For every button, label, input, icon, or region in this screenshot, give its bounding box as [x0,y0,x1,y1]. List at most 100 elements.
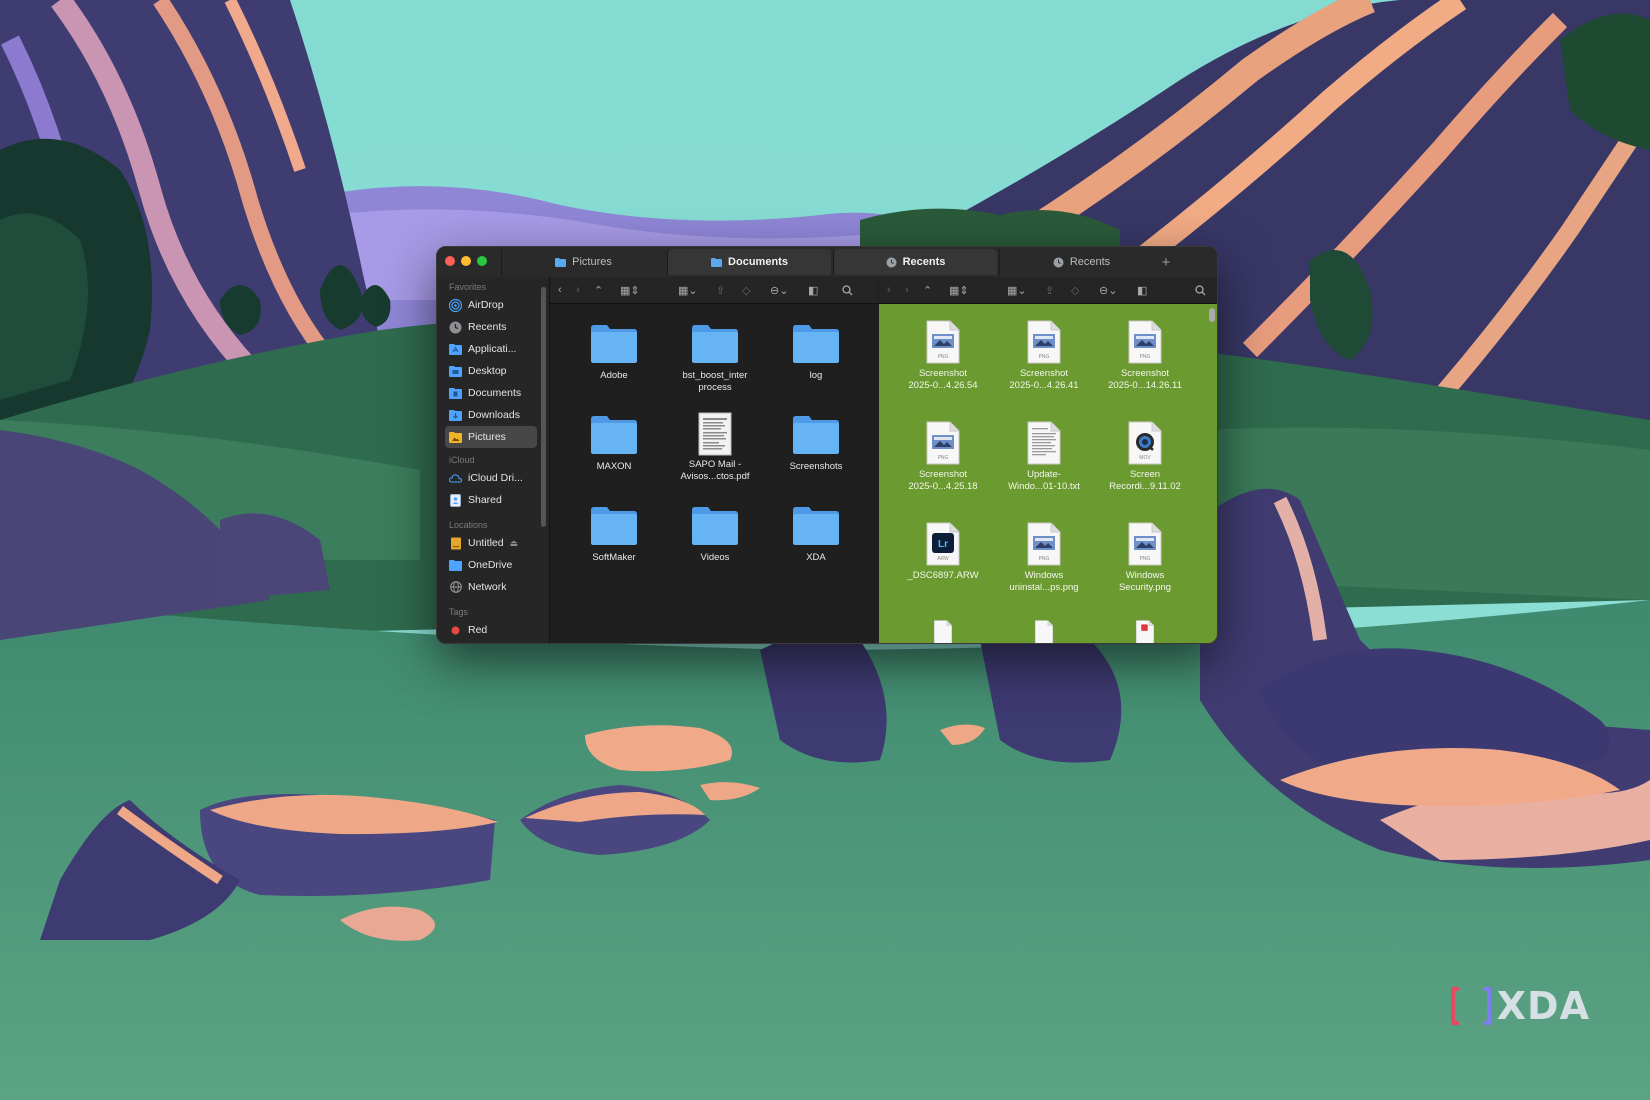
minimize-window-button[interactable] [461,256,471,266]
folder-icon [591,416,637,454]
tab-label: Pictures [572,256,612,268]
file-label-line2: Recordi...9.11.02 [1109,481,1181,492]
file-label-line2: Security.png [1118,582,1172,593]
zoom-window-button[interactable] [477,256,487,266]
sidebar-item-airdrop[interactable]: AirDrop [445,294,537,316]
text-file-icon [1027,421,1061,465]
file-label-line2: 2025-0...4.26.41 [1009,380,1079,391]
eject-icon[interactable]: ⏏ [510,538,519,549]
file-item[interactable]: Lr ARW _DSC6897.ARW [897,522,989,582]
sidebar-scrollbar[interactable] [541,287,546,527]
back-icon[interactable]: ‹ [558,283,562,297]
file-item[interactable] [998,620,1090,643]
sidebar-section-tags: Tags [449,607,469,617]
sidebar-item-desktop[interactable]: Desktop [445,360,537,382]
file-label: Windows [1024,570,1064,581]
file-item[interactable]: PNG Windows Security.png [1099,522,1191,594]
file-item[interactable]: PNG Screenshot 2025-0...14.26.11 [1099,320,1191,392]
search-icon[interactable] [842,283,853,297]
file-item[interactable]: PNG Screenshot 2025-0...4.26.41 [998,320,1090,392]
sidebar-item-recents[interactable]: Recents [445,316,537,338]
sidebar-item-downloads[interactable]: Downloads [445,404,537,426]
file-badge: PNG [1038,556,1050,562]
tab-documents[interactable]: Documents [667,249,831,275]
sidebar-item-applications[interactable]: Applicati... [445,338,537,360]
search-icon[interactable] [1195,283,1206,297]
file-item[interactable]: SAPO Mail - Avisos...ctos.pdf [669,412,761,483]
recents-scrollbar[interactable] [1209,308,1215,322]
documents-folder-icon [449,387,462,400]
more-actions-icon[interactable]: ⊖⌄ [770,283,788,297]
file-item[interactable]: PNG Screenshot 2025-0...4.25.18 [897,421,989,493]
tag-icon[interactable]: ◇ [742,283,750,297]
sidebar-item-network[interactable]: Network [445,576,537,598]
file-label: SAPO Mail - [688,459,742,470]
file-item[interactable]: bst_boost_inter process [669,324,761,394]
file-item[interactable]: XDA [770,506,862,564]
new-tab-button[interactable]: + [1155,251,1177,273]
close-window-button[interactable] [445,256,455,266]
forward-icon[interactable]: › [905,283,909,297]
share-icon[interactable]: ⇪ [716,283,725,297]
sidebar-item-label: Pictures [468,431,506,443]
file-label: Screenshot [1019,368,1069,379]
file-item[interactable]: Screenshots [770,415,862,473]
sidebar-item-pictures[interactable]: Pictures [445,426,537,448]
group-icon[interactable]: ▦⌄ [678,283,698,297]
sidebar-item-documents[interactable]: Documents [445,382,537,404]
file-item[interactable] [897,620,989,643]
file-label-line2: 2025-0...14.26.11 [1108,380,1182,391]
file-item[interactable]: Videos [669,506,761,564]
sidebar-item-shared[interactable]: Shared [445,489,537,511]
sidebar-item-label: Documents [468,387,522,399]
enclosing-folder-icon[interactable]: ⌃ [923,283,932,297]
file-label: Screenshot [1120,368,1170,379]
tab-recents-active[interactable]: Recents [833,249,997,275]
clock-icon [1053,257,1064,267]
sidebar-item-tag-red[interactable]: Red [445,619,537,641]
folder-icon [711,257,723,267]
sidebar-item-onedrive[interactable]: OneDrive [445,554,537,576]
view-mode-icon[interactable]: ▦⇕ [620,283,640,297]
file-label: XDA [806,552,826,563]
file-item[interactable]: SoftMaker [568,506,660,564]
downloads-folder-icon [449,409,462,422]
share-icon[interactable]: ⇪ [1045,283,1054,297]
file-item[interactable]: Adobe [568,324,660,382]
preview-pane-icon[interactable]: ◧ [1137,283,1147,297]
file-item[interactable]: PNG Windows uninstal...ps.png [998,522,1090,594]
tab-bar: Pictures Documents Recents Recents + [437,247,1217,278]
file-label: log [809,370,823,381]
group-icon[interactable]: ▦⌄ [1007,283,1027,297]
file-label: Screenshot [918,469,968,480]
png-file-icon [1035,620,1053,643]
tag-icon[interactable]: ◇ [1071,283,1079,297]
clock-icon [886,257,897,267]
sidebar-item-icloud-drive[interactable]: iCloud Dri... [445,467,537,489]
tab-recents[interactable]: Recents [999,249,1163,275]
documents-toolbar: ‹ › ⌃ ▦⇕ ▦⌄ ⇪ ◇ ⊖⌄ ◧ [550,277,878,304]
file-item[interactable]: log [770,324,862,382]
forward-icon[interactable]: › [576,283,580,297]
preview-pane-icon[interactable]: ◧ [808,283,818,297]
lightroom-badge: Lr [938,539,948,550]
sidebar-item-untitled[interactable]: Untitled ⏏ [445,532,537,554]
more-actions-icon[interactable]: ⊖⌄ [1099,283,1117,297]
file-badge: PNG [1038,354,1050,360]
folder-icon [555,257,567,267]
file-item[interactable] [1099,620,1191,643]
xda-logo-icon [1450,987,1491,1025]
file-item[interactable]: MOV Screen Recordi...9.11.02 [1099,421,1191,493]
view-mode-icon[interactable]: ▦⇕ [949,283,969,297]
enclosing-folder-icon[interactable]: ⌃ [594,283,603,297]
back-icon[interactable]: ‹ [887,283,891,297]
tab-pictures[interactable]: Pictures [501,249,665,275]
file-label: MAXON [596,461,632,472]
file-item[interactable]: PNG Screenshot 2025-0...4.26.54 [897,320,989,392]
tab-label: Documents [728,256,788,268]
sidebar-item-label: Recents [468,321,507,333]
file-item[interactable]: MAXON [568,415,660,473]
file-label-line2: uninstal...ps.png [1009,582,1079,593]
sidebar: Favorites AirDrop Recents Applicati... D… [437,277,550,643]
file-item[interactable]: Update- Windo...01-10.txt [998,421,1090,493]
